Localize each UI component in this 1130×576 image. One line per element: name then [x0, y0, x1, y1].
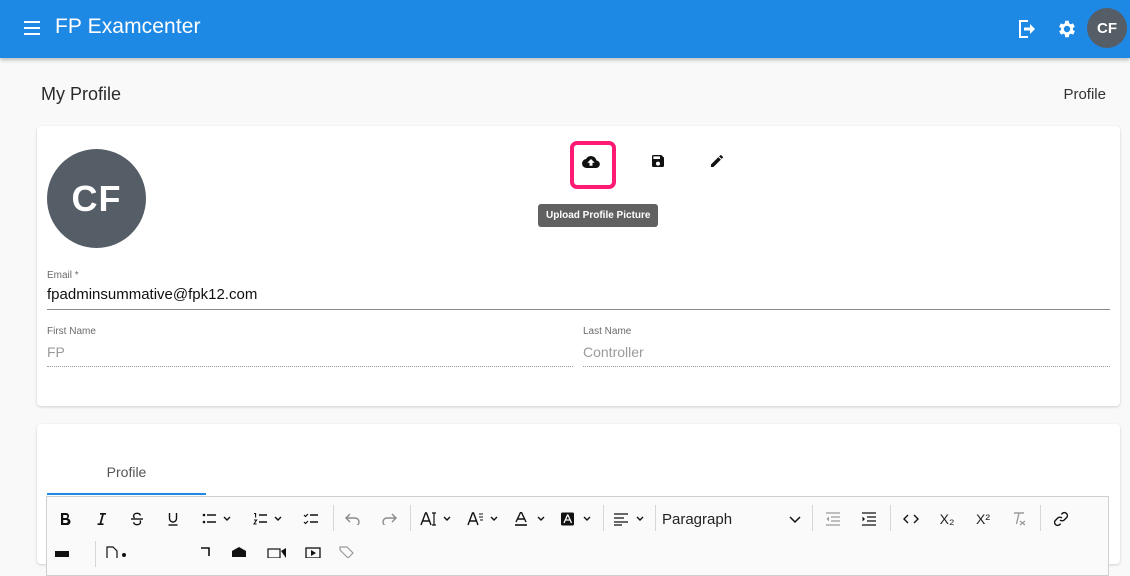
italic-button[interactable] [91, 507, 111, 531]
font-size-button[interactable] [419, 507, 455, 531]
code-button[interactable] [899, 507, 923, 531]
file-button[interactable] [105, 545, 129, 565]
underline-button[interactable] [163, 507, 183, 531]
gear-icon[interactable] [1056, 18, 1078, 40]
toolbar-separator [95, 541, 96, 567]
editor-toolbar: Paragraph X₂ X² [46, 496, 1109, 576]
font-size-icon [420, 512, 451, 526]
toolbar-separator [655, 505, 656, 531]
font-family-icon [467, 512, 498, 526]
profile-card: CF Upload Profile Picture Email * fpadmi… [37, 126, 1120, 406]
tab-profile[interactable]: Profile [47, 464, 206, 494]
highlight-color-icon [561, 512, 591, 526]
italic-icon [97, 513, 106, 525]
font-color-icon [515, 512, 545, 526]
clear-formatting-icon [1014, 512, 1026, 526]
cloud-upload-icon [582, 156, 600, 168]
toolbar-separator [890, 505, 891, 531]
page-title: My Profile [41, 84, 122, 104]
bold-icon [61, 513, 71, 526]
subscript-button[interactable]: X₂ [935, 507, 959, 531]
toolbar-separator [1040, 505, 1041, 531]
first-name-label: First Name [47, 326, 96, 337]
link-button[interactable] [1049, 507, 1073, 531]
chevron-down-icon [789, 516, 801, 524]
bold-button[interactable] [55, 507, 75, 531]
strikethrough-icon [131, 512, 143, 526]
video-button[interactable] [305, 545, 321, 565]
toolbar-separator [603, 505, 604, 531]
package-icon [232, 547, 246, 557]
toolbar-separator [812, 505, 813, 531]
pencil-icon [711, 154, 724, 167]
superscript-button[interactable]: X² [971, 507, 995, 531]
media-icon [267, 548, 286, 559]
redo-icon [382, 513, 397, 525]
undo-button[interactable] [343, 507, 363, 531]
edit-button[interactable] [699, 152, 735, 188]
editor-card: Profile Paragraph X₂ X² [37, 424, 1120, 576]
save-icon [652, 155, 664, 167]
profile-avatar: CF [47, 149, 146, 248]
email-label: Email * [47, 270, 79, 281]
music-button[interactable] [197, 545, 211, 565]
tag-button[interactable] [339, 545, 355, 565]
email-field[interactable]: fpadminsummative@fpk12.com [47, 286, 257, 303]
align-left-icon [614, 513, 644, 526]
link-icon [1053, 511, 1069, 527]
outdent-button[interactable] [821, 507, 845, 531]
redo-button[interactable] [379, 507, 399, 531]
bullet-list-button[interactable] [199, 507, 235, 531]
strikethrough-button[interactable] [127, 507, 147, 531]
checklist-button[interactable] [301, 507, 321, 531]
indent-icon [862, 512, 876, 526]
numbered-list-icon [253, 512, 282, 525]
numbered-list-button[interactable] [250, 507, 286, 531]
horizontal-line-button[interactable] [55, 545, 69, 565]
alignment-button[interactable] [612, 507, 648, 531]
font-color-button[interactable] [513, 507, 549, 531]
toolbar-separator [410, 505, 411, 531]
outdent-icon [826, 512, 840, 526]
music-icon [201, 547, 210, 556]
tag-icon [339, 546, 354, 559]
paragraph-select-value: Paragraph [662, 510, 733, 528]
app-title: FP Examcenter [55, 15, 201, 38]
breadcrumb[interactable]: Profile [1063, 86, 1106, 103]
video-icon [305, 547, 321, 559]
upload-tooltip: Upload Profile Picture [538, 204, 659, 227]
indent-button[interactable] [857, 507, 881, 531]
code-icon [903, 514, 919, 524]
first-name-field[interactable]: FP [47, 344, 65, 360]
menu-icon[interactable] [24, 21, 40, 35]
email-underline [47, 309, 1110, 310]
upload-picture-button[interactable] [573, 144, 609, 180]
save-button[interactable] [640, 152, 676, 188]
bullet-list-icon [202, 513, 231, 524]
last-name-field[interactable]: Controller [583, 344, 644, 360]
first-name-underline [47, 366, 573, 367]
last-name-label: Last Name [583, 326, 632, 337]
toolbar-separator [333, 505, 334, 531]
user-avatar[interactable]: CF [1087, 8, 1127, 48]
undo-icon [345, 513, 360, 525]
checklist-icon [303, 513, 318, 525]
logout-icon[interactable] [1015, 17, 1039, 41]
media-button[interactable] [267, 545, 287, 565]
underline-icon [168, 513, 178, 526]
tab-indicator [47, 493, 206, 495]
app-bar: FP Examcenter CF [0, 0, 1130, 58]
highlight-color-button[interactable] [559, 507, 595, 531]
file-icon [106, 546, 126, 560]
paragraph-select[interactable]: Paragraph [662, 507, 802, 531]
font-family-button[interactable] [466, 507, 502, 531]
package-button[interactable] [231, 545, 247, 565]
clear-formatting-button[interactable] [1007, 507, 1031, 531]
last-name-underline [583, 366, 1110, 367]
